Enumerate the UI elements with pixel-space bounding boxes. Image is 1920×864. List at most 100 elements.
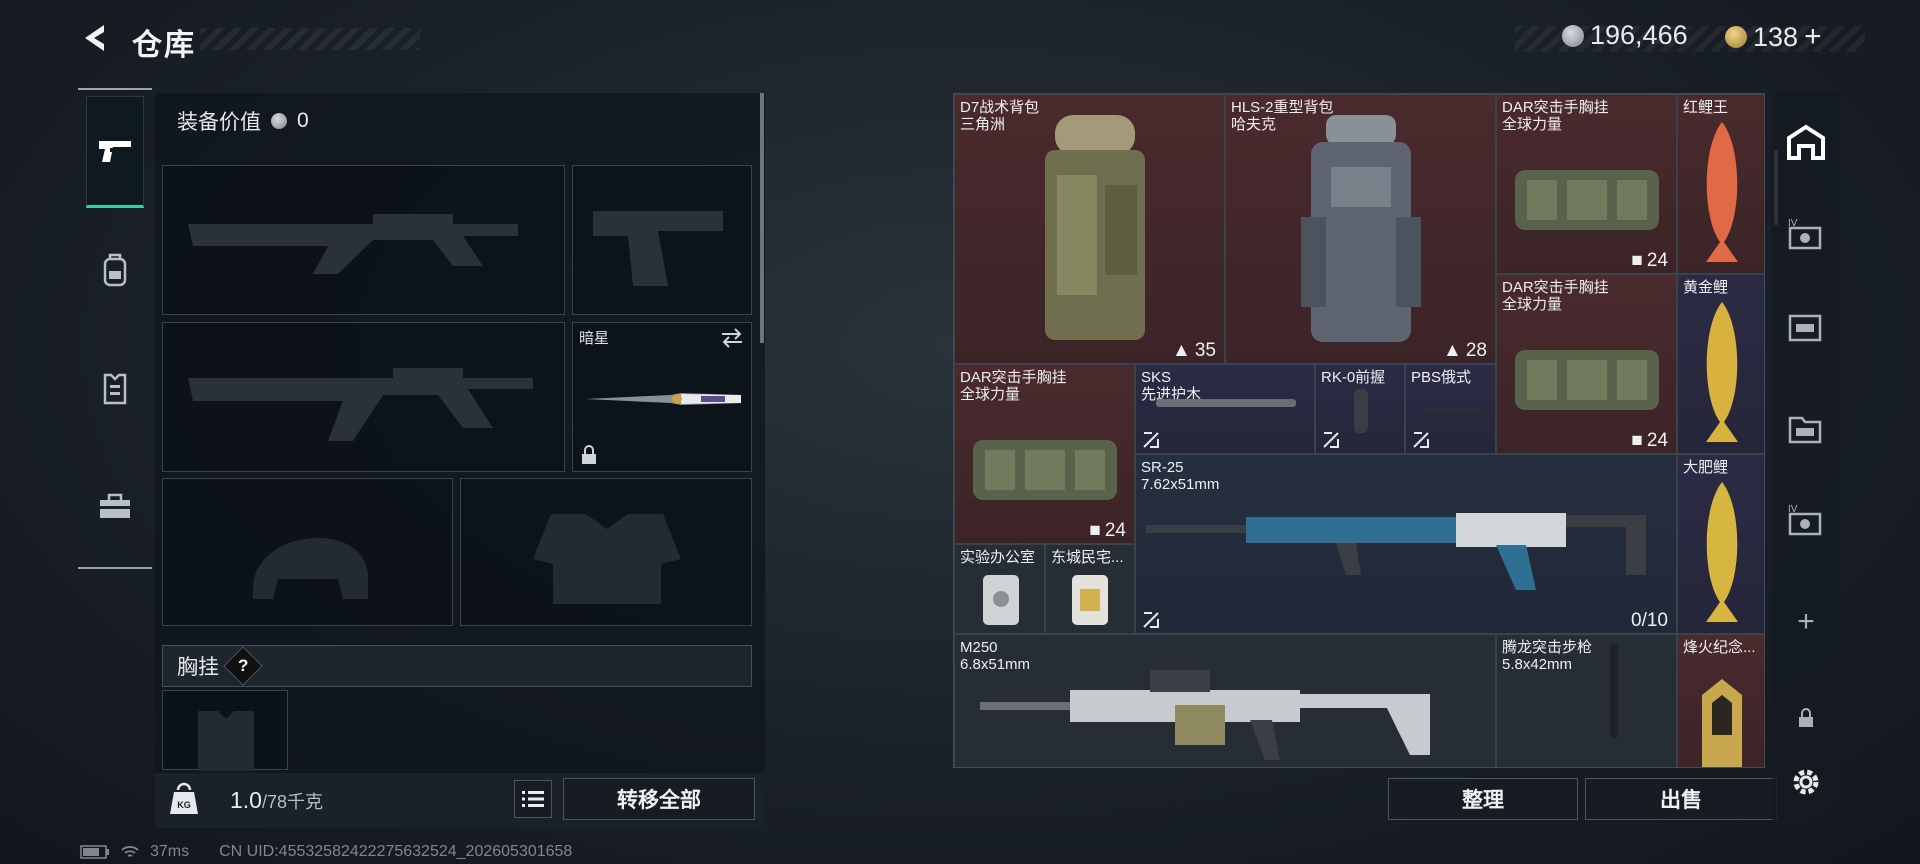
equipment-value: 装备价值 0 [177, 106, 309, 136]
handguard-image [1156, 399, 1296, 407]
pistol-silhouette-icon [593, 211, 723, 286]
item-capacity: ■ 24 [1631, 430, 1668, 451]
storage-lock-button[interactable] [1782, 694, 1830, 742]
sort-button[interactable]: 整理 [1388, 778, 1578, 820]
rifle-silhouette-icon [188, 214, 518, 274]
silver-coin-icon [271, 113, 287, 129]
storage-item-east-city-residence-key[interactable]: 东城民宅... [1045, 544, 1135, 634]
storage-item-lab-office-key[interactable]: 实验办公室 [954, 544, 1045, 634]
item-capacity: ■ 24 [1089, 520, 1126, 541]
storage-item-sks-handguard[interactable]: SKS 先进护木 [1135, 364, 1315, 454]
list-view-button[interactable] [514, 780, 552, 818]
chest-rig-slot[interactable] [162, 690, 288, 771]
nav-divider-bottom [78, 567, 152, 569]
item-sub: 三角洲 [960, 116, 1006, 133]
attachment-link-icon [1143, 432, 1159, 448]
melee-name: 暗星 [579, 330, 610, 347]
carry-weight-max: /78千克 [261, 792, 324, 812]
svg-text:KG: KG [177, 800, 191, 810]
body-armor-slot[interactable] [460, 478, 752, 626]
nav-divider-top [78, 88, 152, 90]
knife-image [585, 393, 741, 405]
item-name: 实验办公室 [960, 549, 1036, 566]
secondary-weapon-slot[interactable] [162, 322, 565, 472]
storage-page-3[interactable] [1782, 404, 1830, 452]
item-name: SR-25 [1141, 459, 1184, 476]
storage-page-2[interactable] [1782, 302, 1830, 350]
melee-slot[interactable]: 暗星 [572, 322, 752, 472]
machine-gun-image [980, 670, 1430, 760]
storage-item-fire-memorial[interactable]: 烽火纪念... [1677, 634, 1764, 767]
storage-item-d7-backpack[interactable]: D7战术背包 三角洲 ▲ 35 [954, 94, 1225, 364]
item-name: RK-0前握 [1321, 369, 1386, 386]
lock-icon [582, 445, 596, 464]
capacity-icon: ■ [1631, 250, 1643, 271]
storage-item-dar-chest-rig-2[interactable]: DAR突击手胸挂 全球力量 ■ 24 [1496, 274, 1677, 454]
add-gold-icon[interactable]: + [1804, 20, 1822, 54]
storage-home-button[interactable] [1782, 118, 1830, 166]
item-name: 黄金鲤 [1683, 279, 1729, 296]
chest-rig-image [1515, 350, 1659, 410]
swap-icon[interactable] [719, 327, 745, 349]
storage-item-red-carp-king[interactable]: 红鲤王 [1677, 94, 1764, 274]
silver-amount: 196,466 [1590, 20, 1688, 50]
storage-item-golden-carp[interactable]: 黄金鲤 [1677, 274, 1764, 454]
sell-button[interactable]: 出售 [1585, 778, 1777, 820]
armor-vest-icon [103, 373, 127, 405]
storage-item-pbs-suppressor[interactable]: PBS俄式 [1405, 364, 1496, 454]
storage-item-tenglong-rifle[interactable]: 腾龙突击步枪 5.8x42mm [1496, 634, 1677, 767]
primary-weapon-slot[interactable] [162, 165, 565, 315]
chest-rig-section-header: 胸挂 ? [162, 645, 752, 687]
item-sub: 哈夫克 [1231, 116, 1277, 133]
helmet-slot[interactable] [162, 478, 453, 626]
storage-item-fat-carp[interactable]: 大肥鲤 [1677, 454, 1764, 634]
gold-currency[interactable]: 138 + [1725, 20, 1822, 54]
memorial-image [1702, 679, 1742, 767]
rifle-silhouette-icon [188, 368, 533, 441]
storage-item-dar-chest-rig-1[interactable]: DAR突击手胸挂 全球力量 ■ 24 [1496, 94, 1677, 274]
capacity-icon: ▲ [1443, 340, 1462, 361]
keycard-image [983, 575, 1019, 625]
help-button[interactable]: ? [223, 646, 263, 686]
capacity-icon: ■ [1631, 430, 1643, 451]
fish-image [1706, 122, 1738, 262]
nav-toolbox[interactable] [86, 450, 144, 562]
add-icon: + [1797, 605, 1815, 638]
item-name: PBS俄式 [1411, 369, 1472, 386]
rifle-image [1146, 513, 1646, 590]
add-storage-button[interactable]: + [1782, 598, 1830, 646]
storage-page-a-icon [1788, 314, 1822, 342]
chest-rig-silhouette-icon [198, 711, 254, 771]
attachment-link-icon [1323, 432, 1339, 448]
equipment-scrollbar[interactable] [760, 93, 764, 343]
sidearm-slot[interactable] [572, 165, 752, 315]
equipment-value-label: 装备价值 [177, 111, 261, 134]
battery-icon [80, 845, 109, 859]
item-sub: 全球力量 [1502, 116, 1563, 133]
settings-button[interactable] [1782, 758, 1830, 806]
back-button[interactable] [80, 22, 112, 54]
nav-weapons[interactable] [86, 96, 144, 208]
armor-silhouette-icon [533, 514, 681, 604]
storage-item-sr25[interactable]: SR-25 7.62x51mm 0/10 [1135, 454, 1677, 634]
fish-image [1706, 302, 1738, 442]
carry-weight-current: 1.0 [230, 787, 262, 813]
item-name: DAR突击手胸挂 [1502, 279, 1609, 296]
storage-page-1[interactable]: IV [1782, 210, 1830, 258]
storage-item-hls2-backpack[interactable]: HLS-2重型背包 哈夫克 ▲ 28 [1225, 94, 1496, 364]
storage-page-4[interactable]: IV [1782, 496, 1830, 544]
storage-item-m250[interactable]: M250 6.8x51mm [954, 634, 1496, 767]
carry-weight: 1.0/78千克 [230, 787, 323, 814]
storage-item-dar-chest-rig-3[interactable]: DAR突击手胸挂 全球力量 ■ 24 [954, 364, 1135, 544]
transfer-all-button[interactable]: 转移全部 [563, 778, 755, 820]
backpack-image [1301, 115, 1421, 342]
nav-backpack[interactable] [86, 214, 144, 326]
item-name: DAR突击手胸挂 [1502, 99, 1609, 116]
item-sub: 5.8x42mm [1502, 656, 1573, 673]
gold-amount: 138 [1753, 21, 1799, 52]
chest-rig-image [973, 440, 1117, 500]
storage-grid: D7战术背包 三角洲 ▲ 35 HLS-2重型背包 哈夫克 ▲ 28 DAR突击手胸挂全… [953, 93, 1765, 768]
storage-home-icon [1787, 124, 1825, 160]
storage-item-rk0-grip[interactable]: RK-0前握 [1315, 364, 1405, 454]
nav-armor[interactable] [86, 332, 144, 444]
